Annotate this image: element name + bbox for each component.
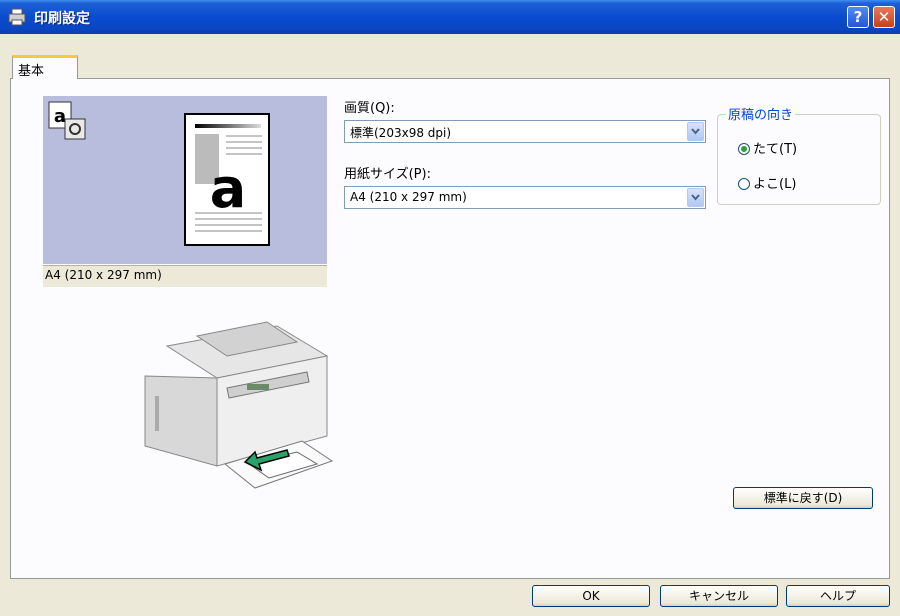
quality-select[interactable]: 標準(203x98 dpi): [344, 120, 706, 143]
page-preview: a a: [43, 96, 327, 264]
help-title-button[interactable]: ?: [847, 6, 869, 28]
ok-button[interactable]: OK: [532, 585, 650, 607]
tab-basic[interactable]: 基本: [12, 55, 78, 79]
paper-preview: a: [184, 113, 270, 246]
svg-text:a: a: [210, 157, 246, 220]
window-title: 印刷設定: [34, 11, 90, 27]
close-button[interactable]: ✕: [873, 6, 895, 28]
cancel-button[interactable]: キャンセル: [660, 585, 778, 607]
quality-label: 画質(Q):: [344, 101, 395, 116]
orientation-landscape-label: よこ(L): [753, 177, 797, 192]
paper-preview-graphic: a: [195, 124, 262, 232]
paper-size-select[interactable]: A4 (210 x 297 mm): [344, 186, 706, 209]
title-bar[interactable]: 印刷設定 ? ✕: [0, 0, 900, 34]
chevron-down-icon[interactable]: [687, 188, 704, 207]
printer-illustration: [144, 321, 334, 489]
paper-size-value: A4 (210 x 297 mm): [350, 190, 467, 204]
radio-selected-icon: [738, 143, 750, 155]
orientation-landscape-radio[interactable]: よこ(L): [738, 173, 796, 192]
help-button[interactable]: ヘルプ: [786, 585, 890, 607]
radio-unselected-icon: [738, 178, 750, 190]
svg-text:a: a: [54, 106, 66, 127]
orientation-portrait-label: たて(T): [753, 142, 798, 157]
document-layout-icon: a: [48, 101, 86, 140]
orientation-legend: 原稿の向き: [726, 104, 796, 123]
orientation-portrait-radio[interactable]: たて(T): [738, 138, 797, 157]
restore-default-button[interactable]: 標準に戻す(D): [733, 487, 873, 509]
chevron-down-icon[interactable]: [687, 122, 704, 141]
preview-caption: A4 (210 x 297 mm): [43, 265, 327, 287]
paper-size-label: 用紙サイズ(P):: [344, 167, 431, 182]
printer-icon: [8, 8, 26, 26]
quality-value: 標準(203x98 dpi): [350, 126, 452, 140]
